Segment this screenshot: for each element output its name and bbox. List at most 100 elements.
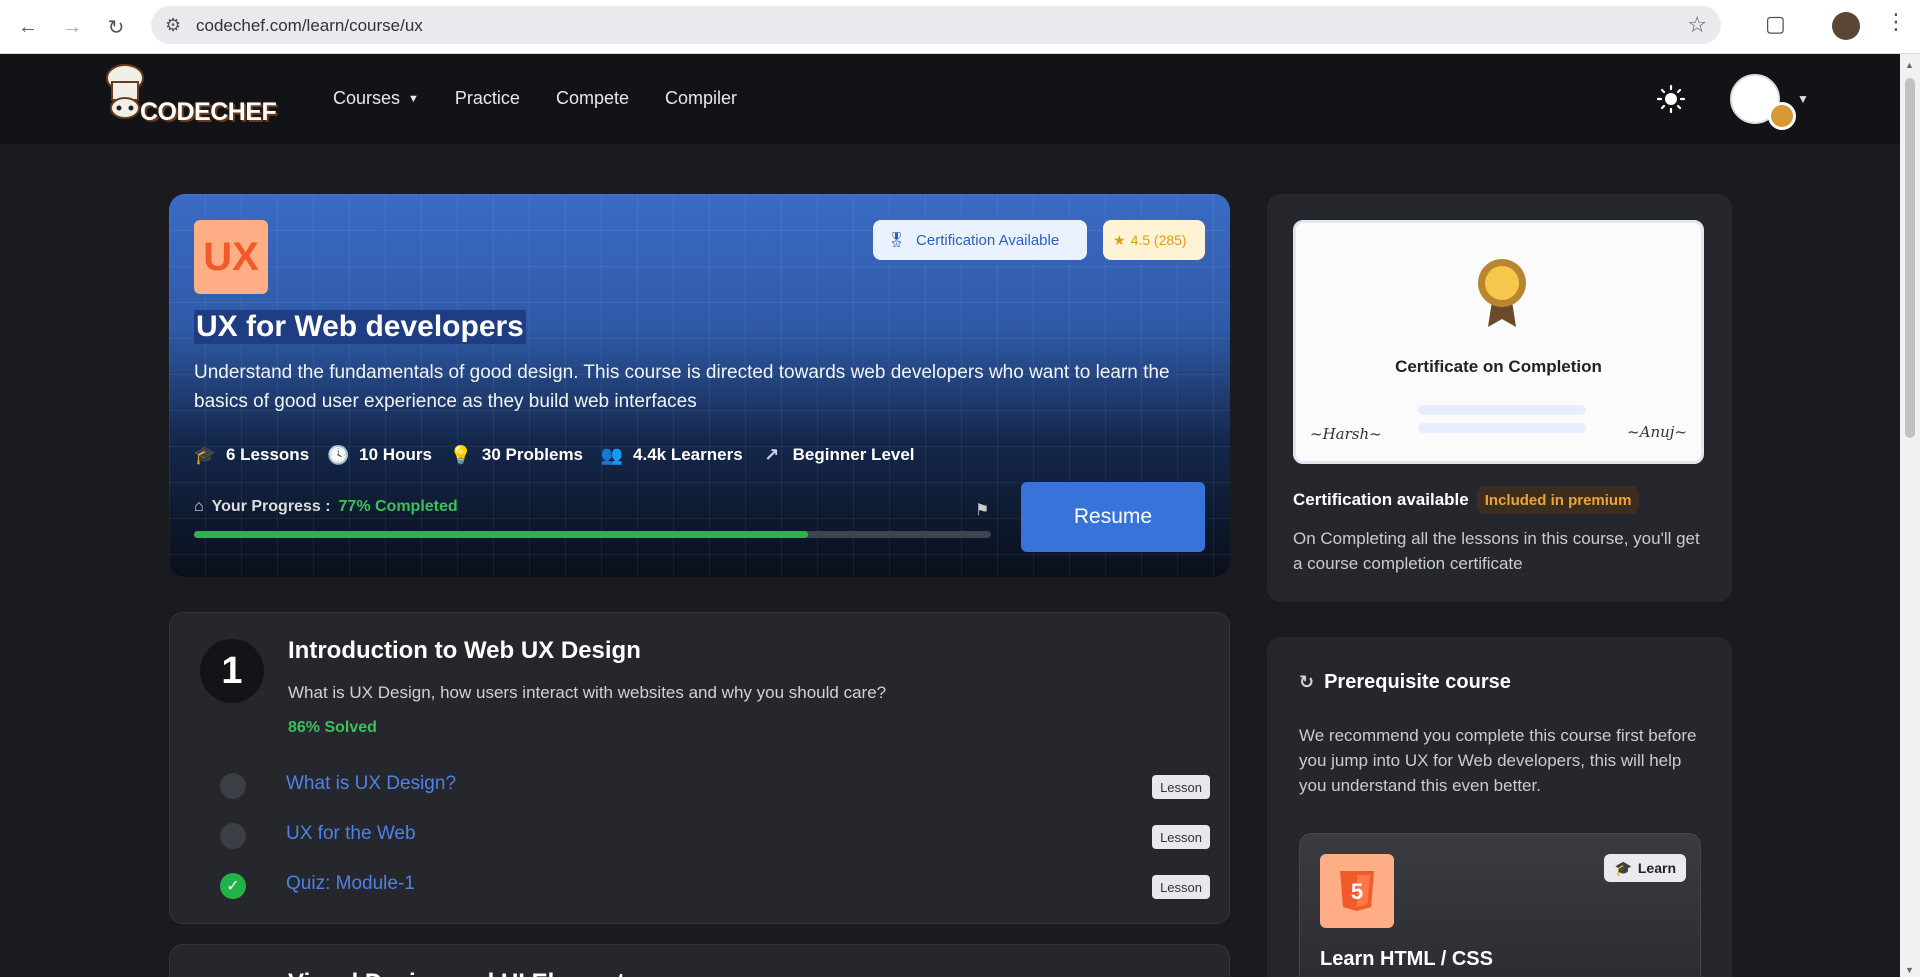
- certificate-preview-title: Certificate on Completion: [1395, 357, 1602, 376]
- certificate-description: On Completing all the lessons in this co…: [1293, 529, 1700, 573]
- kebab-menu-icon[interactable]: ⋮: [1885, 9, 1907, 35]
- nav-courses-label: Courses: [333, 88, 401, 108]
- lesson-tag: Lesson: [1152, 825, 1210, 849]
- learn-badge: 🎓 Learn: [1604, 854, 1686, 882]
- stat-learners-label: 4.4k Learners: [633, 445, 743, 464]
- progress-percent: 77% Completed: [338, 498, 458, 515]
- logo-text: CODECHEF: [140, 98, 277, 126]
- stat-problems-label: 30 Problems: [481, 445, 584, 464]
- module-card-2: Visual Design and UI Elements: [169, 944, 1230, 977]
- graduation-cap-icon: 🎓: [1614, 859, 1632, 876]
- medal-icon: [1478, 259, 1526, 327]
- module-solved: 86% Solved: [288, 719, 377, 736]
- address-bar[interactable]: ⚙ codechef.com/learn/course/ux ☆: [151, 6, 1721, 44]
- module-description: What is UX Design, how users interact wi…: [288, 683, 887, 702]
- stat-learners: 👥 4.4k Learners: [601, 444, 743, 466]
- certificate-line: [1418, 405, 1586, 415]
- sun-icon[interactable]: [1656, 84, 1686, 114]
- module-title: Introduction to Web UX Design: [288, 637, 641, 664]
- scroll-thumb[interactable]: [1905, 78, 1915, 438]
- prerequisite-description: We recommend you complete this course fi…: [1299, 726, 1697, 795]
- rating-value: 4.5 (285): [1130, 232, 1187, 248]
- site-info-icon[interactable]: ⚙: [165, 15, 181, 36]
- html5-icon: 5: [1320, 854, 1394, 928]
- browser-toolbar: ← → ↻ ⚙ codechef.com/learn/course/ux ☆ ▢…: [0, 0, 1920, 54]
- premium-badge: Included in premium: [1476, 486, 1640, 514]
- back-icon[interactable]: ←: [12, 11, 44, 43]
- lesson-link[interactable]: Quiz: Module-1: [286, 873, 415, 895]
- prerequisite-course-card[interactable]: 5 🎓 Learn Learn HTML / CSS: [1299, 833, 1701, 977]
- certification-label: Certification Available: [916, 231, 1060, 249]
- prerequisite-title-text: Prerequisite course: [1324, 671, 1511, 693]
- nav-compete[interactable]: Compete: [556, 88, 629, 109]
- signature-right: ~Anuj~: [1627, 423, 1687, 441]
- lesson-link[interactable]: What is UX Design?: [286, 773, 456, 795]
- prerequisite-icon: ↻: [1299, 672, 1315, 692]
- progress-label-text: Your Progress :: [211, 498, 331, 515]
- certification-available-label: Certification available: [1293, 490, 1469, 509]
- progress-bar: [194, 531, 991, 538]
- site-header: CODECHEF Courses ▼ Practice Compete Compi…: [0, 54, 1900, 144]
- prerequisite-course-title[interactable]: Learn HTML / CSS: [1320, 948, 1493, 971]
- scroll-up-icon[interactable]: ▲: [1905, 60, 1914, 70]
- stat-level-label: Beginner Level: [792, 445, 915, 464]
- bookmark-star-icon[interactable]: ☆: [1687, 12, 1707, 38]
- certificate-line: [1418, 423, 1586, 433]
- bulb-icon: 💡: [449, 444, 473, 465]
- forward-icon[interactable]: →: [56, 11, 88, 43]
- lesson-tag: Lesson: [1152, 875, 1210, 899]
- check-circle-icon: ✓: [220, 873, 246, 899]
- users-icon: 👥: [600, 444, 624, 465]
- clock-icon: 🕓: [326, 444, 350, 465]
- avatar-chevron-down-icon[interactable]: ▼: [1797, 92, 1809, 106]
- stat-level: ↗ Beginner Level: [761, 444, 915, 466]
- lesson-status-icon: [220, 823, 246, 849]
- module-2-title: Visual Design and UI Elements: [288, 969, 638, 977]
- stat-lessons-label: 6 Lessons: [226, 445, 310, 464]
- resume-button[interactable]: Resume: [1021, 482, 1205, 552]
- nav-compiler[interactable]: Compiler: [665, 88, 737, 109]
- course-description: Understand the fundamentals of good desi…: [194, 362, 1170, 412]
- lesson-row[interactable]: ✓ Quiz: Module-1 Lesson: [220, 867, 1210, 903]
- lesson-link[interactable]: UX for the Web: [286, 823, 416, 845]
- graduation-cap-icon: 🎓: [193, 444, 217, 465]
- nav-practice[interactable]: Practice: [455, 88, 520, 109]
- course-stats: 🎓 6 Lessons 🕓 10 Hours 💡 30 Problems 👥 4…: [194, 444, 915, 466]
- home-icon: ⌂: [194, 498, 204, 515]
- svg-text:5: 5: [1351, 879, 1363, 904]
- learn-badge-label: Learn: [1637, 860, 1676, 876]
- main-nav: Courses ▼ Practice Compete Compiler: [333, 88, 737, 109]
- url-text[interactable]: codechef.com/learn/course/ux: [196, 16, 423, 36]
- signature-left: ~Harsh~: [1310, 425, 1382, 443]
- rank-badge-icon: [1768, 102, 1796, 130]
- stat-hours-label: 10 Hours: [359, 445, 432, 464]
- lesson-status-icon: [220, 773, 246, 799]
- prerequisite-card: ↻ Prerequisite course We recommend you c…: [1267, 637, 1732, 977]
- star-icon: ★: [1113, 231, 1126, 248]
- browser-profile-avatar[interactable]: [1832, 12, 1860, 40]
- extensions-icon[interactable]: ▢: [1765, 11, 1786, 37]
- rating-badge: ★ 4.5 (285): [1103, 220, 1205, 260]
- stat-problems: 💡 30 Problems: [450, 444, 583, 466]
- codechef-logo[interactable]: CODECHEF: [98, 64, 283, 134]
- prerequisite-title: ↻ Prerequisite course: [1299, 671, 1511, 694]
- lesson-row[interactable]: What is UX Design? Lesson: [220, 767, 1210, 803]
- certificate-preview: Certificate on Completion ~Harsh~ ~Anuj~: [1293, 220, 1704, 464]
- lesson-row[interactable]: UX for the Web Lesson: [220, 817, 1210, 853]
- nav-courses[interactable]: Courses ▼: [333, 88, 419, 109]
- reload-icon[interactable]: ↻: [100, 11, 132, 43]
- lesson-tag: Lesson: [1152, 775, 1210, 799]
- certification-available: Certification available Included in prem…: [1293, 486, 1640, 514]
- stat-lessons: 🎓 6 Lessons: [194, 444, 309, 466]
- course-title: UX for Web developers: [194, 310, 526, 344]
- progress-bar-fill: [194, 531, 808, 538]
- certification-badge: 🎖 Certification Available: [873, 220, 1087, 260]
- scroll-down-icon[interactable]: ▼: [1905, 965, 1914, 975]
- module-card: 1 Introduction to Web UX Design What is …: [169, 612, 1230, 924]
- page-scrollbar[interactable]: ▲ ▼: [1900, 54, 1920, 977]
- course-logo: UX: [194, 220, 268, 294]
- trend-up-icon: ↗: [764, 444, 780, 465]
- progress-label: ⌂ Your Progress : 77% Completed: [194, 498, 458, 516]
- flag-icon: ⚑: [975, 502, 990, 519]
- course-hero: UX 🎖 Certification Available ★ 4.5 (285)…: [169, 194, 1230, 577]
